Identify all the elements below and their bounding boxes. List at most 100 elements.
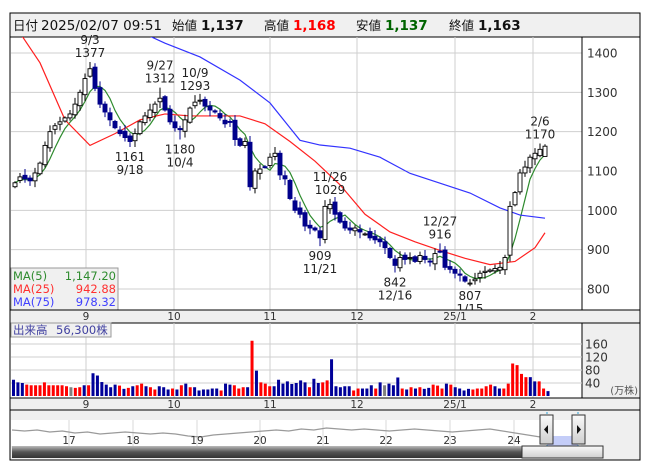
volume-bar: [528, 377, 532, 396]
volume-bar: [409, 387, 413, 396]
candle-body: [172, 121, 178, 129]
annotation-line: 12/27: [423, 214, 458, 228]
annotation-line: 9/18: [117, 163, 144, 177]
volume-bar: [38, 385, 42, 396]
volume-bar: [148, 387, 152, 396]
candle-body: [392, 258, 398, 266]
candle-body: [162, 96, 168, 111]
volume-bar: [12, 379, 15, 396]
ma25-label: MA(25): [13, 282, 54, 296]
volume-bar: [188, 387, 192, 396]
navigator-scrollbar[interactable]: [12, 445, 604, 459]
candle-body: [532, 152, 538, 160]
volume-bar: [171, 388, 175, 396]
volume-bar: [272, 386, 276, 396]
candle-body: [437, 250, 443, 253]
candle-body: [472, 278, 478, 282]
candle-body: [32, 172, 38, 182]
annotation-line: 807: [459, 289, 482, 303]
volume-bar: [25, 384, 29, 396]
candle-body: [112, 120, 118, 129]
candle-body: [357, 229, 363, 233]
volume-bar: [440, 388, 444, 396]
volume-bar: [250, 340, 254, 396]
volume-bar: [131, 386, 135, 396]
price-tick: 1400: [587, 47, 618, 61]
date-tick: 10: [167, 311, 180, 323]
scrollbar-thumb[interactable]: [521, 445, 604, 459]
volume-bar: [387, 383, 391, 396]
annotation-line: 1377: [75, 46, 106, 60]
volume-bar: [281, 383, 285, 396]
scrollbar-track[interactable]: [12, 446, 522, 458]
volume-bar: [312, 378, 316, 396]
volume-bar: [303, 382, 307, 396]
candlestick: [512, 191, 518, 207]
date-tick: 25/1: [443, 311, 467, 323]
volume-bar: [259, 382, 263, 396]
volume-bar: [91, 373, 95, 396]
navigator-right-handle[interactable]: [571, 414, 586, 445]
candle-body: [337, 212, 343, 223]
candle-body: [107, 112, 113, 121]
volume-bar: [277, 379, 281, 396]
candle-body: [127, 135, 133, 142]
candle-body: [257, 168, 263, 174]
candle-body: [492, 268, 498, 272]
candlestick: [287, 178, 293, 201]
candle-body: [412, 256, 418, 262]
volume-bar: [471, 389, 475, 396]
volume-bar: [246, 387, 250, 396]
volume-bar: [228, 384, 232, 396]
navigator-left-handle[interactable]: [539, 414, 554, 445]
ma75-label: MA(75): [13, 295, 54, 309]
volume-bar: [109, 387, 113, 396]
date-value: 2025/02/07 09:51: [41, 18, 162, 34]
candle-body: [82, 78, 88, 96]
volume-bar: [56, 385, 60, 396]
volume-bar: [285, 381, 289, 396]
candle-body: [417, 255, 423, 262]
annotation-line: 9/3: [80, 33, 99, 47]
candle-body: [67, 113, 73, 119]
volume-bar: [241, 387, 245, 396]
navigator-year-label: 21: [316, 435, 329, 447]
volume-bar: [215, 388, 219, 396]
candle-body: [457, 273, 463, 276]
volume-bar: [356, 388, 360, 396]
volume-bar: [237, 388, 241, 396]
date-tick: 9: [83, 311, 90, 323]
candle-body: [207, 105, 213, 111]
candle-body: [382, 241, 388, 249]
date-label: 日付: [13, 18, 38, 33]
volume-bar: [34, 385, 38, 396]
candle-body: [287, 179, 293, 199]
volume-bar: [299, 380, 303, 396]
volume-bar: [307, 387, 311, 396]
volume-tick: 120: [585, 351, 608, 365]
candle-body: [137, 121, 143, 135]
candlestick: [542, 144, 548, 157]
volume-bar: [263, 383, 267, 396]
candle-body: [22, 174, 28, 180]
volume-bar: [73, 387, 77, 396]
candle-body: [517, 172, 523, 193]
annotation-line: 1312: [145, 72, 176, 86]
candle-body: [512, 192, 518, 206]
volume-bar: [179, 385, 183, 396]
annotation-line: 11/26: [313, 170, 348, 184]
candle-body: [42, 144, 48, 166]
volume-bar: [69, 387, 73, 396]
candle-body: [72, 103, 78, 116]
volume-bar: [360, 388, 364, 396]
candle-body: [452, 268, 458, 274]
candle-body: [187, 107, 193, 123]
volume-bar: [405, 389, 409, 396]
volume-bar: [210, 388, 214, 396]
date-axis: [9, 309, 641, 324]
candlestick: [42, 141, 48, 168]
volume-bar: [427, 387, 431, 396]
volume-bar: [144, 386, 148, 396]
volume-bar: [511, 363, 515, 396]
candle-body: [292, 200, 298, 211]
